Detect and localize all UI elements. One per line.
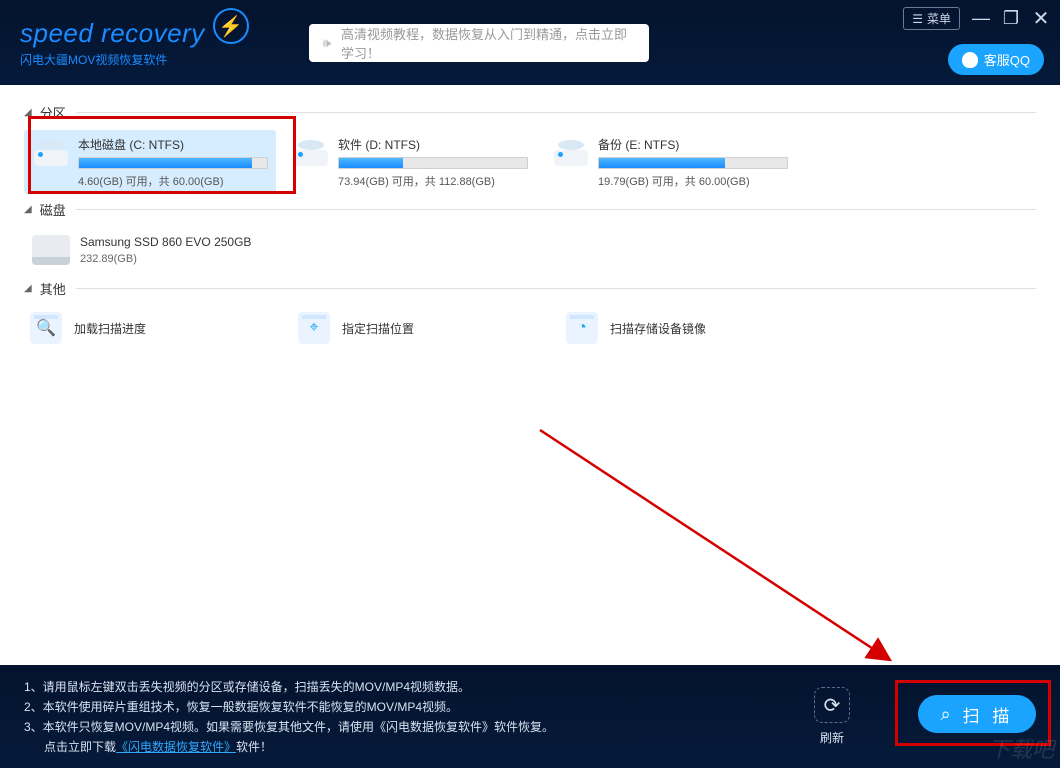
target-icon: ⌖ bbox=[298, 312, 330, 344]
logo-subtitle: 闪电大疆MOV视频恢复软件 bbox=[20, 51, 205, 68]
drive-stats: 4.60(GB) 可用，共 60.00(GB) bbox=[78, 173, 268, 189]
section-header[interactable]: ◢ 磁盘 bbox=[24, 200, 1036, 219]
minimize-button[interactable]: — bbox=[972, 8, 990, 29]
title-bar: speed recovery 闪电大疆MOV视频恢复软件 ⚡ 🕪 高清视频教程，… bbox=[0, 0, 1060, 85]
usage-bar bbox=[78, 157, 268, 169]
section-header[interactable]: ◢ 其他 bbox=[24, 279, 1036, 298]
drive-stats: 19.79(GB) 可用，共 60.00(GB) bbox=[598, 173, 788, 189]
tip-line: 1、请用鼠标左键双击丢失视频的分区或存储设备，扫描丢失的MOV/MP4视频数据。 bbox=[24, 677, 554, 697]
menu-button[interactable]: ☰ 菜单 bbox=[903, 7, 960, 30]
drive-name: 本地磁盘 (C: NTFS) bbox=[78, 136, 268, 153]
main-content: ◢ 分区 本地磁盘 (C: NTFS) 4.60(GB) 可用，共 60.00(… bbox=[0, 85, 1060, 665]
other-action[interactable]: ⌖ 指定扫描位置 bbox=[292, 306, 552, 350]
section-title: 磁盘 bbox=[40, 200, 66, 219]
tip-line: 2、本软件使用碎片重组技术，恢复一般数据恢复软件不能恢复的MOV/MP4视频。 bbox=[24, 697, 554, 717]
scan-label: 扫 描 bbox=[963, 702, 1014, 727]
disk-icon bbox=[32, 235, 70, 265]
others-section: ◢ 其他 🔍 加载扫描进度⌖ 指定扫描位置◔ 扫描存储设备镜像 bbox=[24, 279, 1036, 350]
usage-bar bbox=[338, 157, 528, 169]
refresh-icon: ⟳ bbox=[814, 687, 850, 723]
disks-section: ◢ 磁盘 Samsung SSD 860 EVO 250GB 232.89(GB) bbox=[24, 200, 1036, 273]
window-controls: ☰ 菜单 — ❐ ✕ bbox=[903, 6, 1050, 31]
usage-bar bbox=[598, 157, 788, 169]
section-title: 分区 bbox=[40, 103, 66, 122]
other-label: 加载扫描进度 bbox=[74, 320, 146, 337]
logo-text: speed recovery bbox=[20, 18, 205, 49]
download-link[interactable]: 《闪电数据恢复软件》 bbox=[116, 740, 236, 754]
qq-label: 客服QQ bbox=[984, 50, 1030, 69]
drive-stats: 73.94(GB) 可用，共 112.88(GB) bbox=[338, 173, 528, 189]
chevron-down-icon: ◢ bbox=[24, 283, 32, 294]
drive-icon bbox=[552, 140, 590, 170]
other-label: 扫描存储设备镜像 bbox=[610, 320, 706, 337]
disk-size: 232.89(GB) bbox=[80, 253, 251, 265]
chevron-down-icon: ◢ bbox=[24, 204, 32, 215]
disc-icon: ◔ bbox=[566, 312, 598, 344]
search-icon: ⌕ bbox=[941, 704, 955, 725]
scan-button[interactable]: ⌕ 扫 描 bbox=[918, 695, 1036, 733]
other-label: 指定扫描位置 bbox=[342, 320, 414, 337]
search-icon: 🔍 bbox=[30, 312, 62, 344]
footer: 1、请用鼠标左键双击丢失视频的分区或存储设备，扫描丢失的MOV/MP4视频数据。… bbox=[0, 665, 1060, 768]
disks-row: Samsung SSD 860 EVO 250GB 232.89(GB) bbox=[24, 227, 1036, 273]
partitions-row: 本地磁盘 (C: NTFS) 4.60(GB) 可用，共 60.00(GB) 软… bbox=[24, 130, 1036, 194]
disk-card[interactable]: Samsung SSD 860 EVO 250GB 232.89(GB) bbox=[24, 227, 284, 273]
drive-icon bbox=[292, 140, 330, 170]
other-action[interactable]: 🔍 加载扫描进度 bbox=[24, 306, 284, 350]
refresh-button[interactable]: ⟳ 刷新 bbox=[814, 687, 850, 746]
other-action[interactable]: ◔ 扫描存储设备镜像 bbox=[560, 306, 820, 350]
maximize-button[interactable]: ❐ bbox=[1002, 8, 1020, 29]
tutorial-hint[interactable]: 🕪 高清视频教程，数据恢复从入门到精通，点击立即学习！ bbox=[309, 24, 649, 62]
disk-name: Samsung SSD 860 EVO 250GB bbox=[80, 235, 251, 249]
speaker-icon: 🕪 bbox=[323, 35, 331, 51]
partitions-section: ◢ 分区 本地磁盘 (C: NTFS) 4.60(GB) 可用，共 60.00(… bbox=[24, 103, 1036, 194]
logo: speed recovery 闪电大疆MOV视频恢复软件 bbox=[20, 18, 205, 68]
tip-line: 3、本软件只恢复MOV/MP4视频。如果需要恢复其他文件，请使用《闪电数据恢复软… bbox=[24, 717, 554, 737]
drive-name: 备份 (E: NTFS) bbox=[598, 136, 788, 153]
section-title: 其他 bbox=[40, 279, 66, 298]
refresh-label: 刷新 bbox=[820, 729, 844, 746]
partition-card[interactable]: 备份 (E: NTFS) 19.79(GB) 可用，共 60.00(GB) bbox=[544, 130, 796, 194]
partition-card[interactable]: 软件 (D: NTFS) 73.94(GB) 可用，共 112.88(GB) bbox=[284, 130, 536, 194]
menu-label: 菜单 bbox=[927, 10, 951, 27]
qq-support-button[interactable]: 客服QQ bbox=[948, 44, 1044, 75]
others-row: 🔍 加载扫描进度⌖ 指定扫描位置◔ 扫描存储设备镜像 bbox=[24, 306, 1036, 350]
chevron-down-icon: ◢ bbox=[24, 107, 32, 118]
hint-text: 高清视频教程，数据恢复从入门到精通，点击立即学习！ bbox=[341, 24, 635, 62]
drive-icon bbox=[32, 140, 70, 170]
bolt-icon: ⚡ bbox=[213, 8, 249, 44]
tip-download: 点击立即下载《闪电数据恢复软件》软件！ bbox=[24, 737, 554, 757]
partition-card[interactable]: 本地磁盘 (C: NTFS) 4.60(GB) 可用，共 60.00(GB) bbox=[24, 130, 276, 194]
tips: 1、请用鼠标左键双击丢失视频的分区或存储设备，扫描丢失的MOV/MP4视频数据。… bbox=[24, 677, 554, 757]
qq-icon bbox=[962, 52, 978, 68]
section-header[interactable]: ◢ 分区 bbox=[24, 103, 1036, 122]
menu-icon: ☰ bbox=[912, 12, 923, 26]
close-button[interactable]: ✕ bbox=[1032, 6, 1050, 31]
drive-name: 软件 (D: NTFS) bbox=[338, 136, 528, 153]
